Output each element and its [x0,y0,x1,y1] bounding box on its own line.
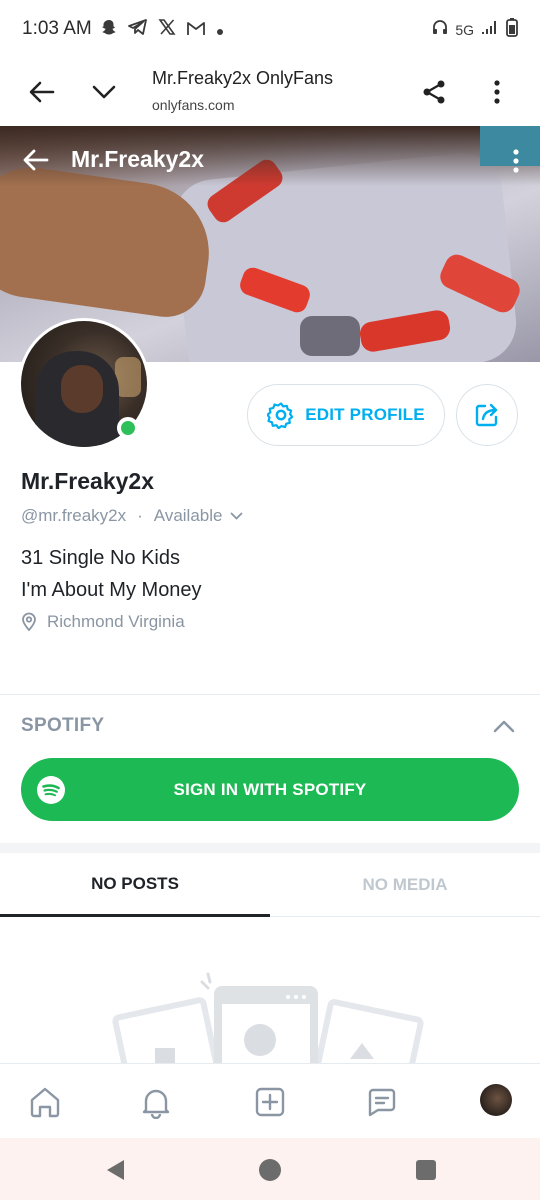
share-external-icon [475,403,498,427]
separator-dot: · [137,506,143,525]
profile-menu-button[interactable] [510,148,522,174]
nav-profile-avatar[interactable] [480,1084,512,1116]
battery-icon [506,17,518,42]
bell-icon [142,1089,170,1119]
content-tabs: NO POSTS NO MEDIA [0,853,540,917]
divider [0,694,540,695]
nav-home[interactable] [25,1082,65,1122]
bio-line: I'm About My Money [21,579,202,601]
chevron-up-icon [493,720,515,733]
arrow-left-icon [23,149,49,171]
system-recents-button[interactable] [413,1157,439,1183]
notification-icons [100,18,224,41]
nav-notifications[interactable] [136,1082,176,1122]
nav-messages[interactable] [362,1082,402,1122]
location-pin-icon [22,612,36,632]
avatar-detail [61,365,103,413]
square-recents-icon [416,1160,436,1180]
share-profile-button[interactable] [456,384,518,446]
edit-profile-label: EDIT PROFILE [305,405,425,424]
browser-toolbar: Mr.Freaky2x OnlyFans onlyfans.com [0,58,540,126]
messages-icon [368,1088,396,1117]
system-navigation-bar [0,1138,540,1200]
network-type: 5G [455,21,474,38]
x-icon [158,18,176,41]
minimize-button[interactable] [84,72,124,112]
snapchat-icon [100,18,118,41]
nav-add-post[interactable] [250,1082,290,1122]
dot-icon [216,19,224,41]
empty-state-illustration [110,968,430,1064]
availability-dropdown[interactable]: Available [154,506,223,526]
edit-profile-button[interactable]: EDIT PROFILE [247,384,445,446]
bio-line: 31 Single No Kids [21,547,180,569]
location-text: Richmond Virginia [47,612,185,631]
spotify-collapse-button[interactable] [492,716,516,736]
spotify-section-title: SPOTIFY [21,715,105,736]
more-vertical-icon [494,80,500,104]
system-icons: 5G [431,17,518,42]
more-vertical-icon [513,149,519,173]
headphones-icon [431,18,449,41]
status-bar: 1:03 AM 5G [0,0,540,58]
add-post-icon [255,1087,285,1117]
spotify-sign-in-button[interactable]: SIGN IN WITH SPOTIFY [21,758,519,821]
page-url: onlyfans.com [152,97,235,113]
home-icon [30,1087,60,1118]
handle-row: @mr.freaky2x · Available [21,506,243,526]
tab-media[interactable]: NO MEDIA [270,853,540,917]
system-home-button[interactable] [257,1157,283,1183]
cover-profile-name: Mr.Freaky2x [71,146,204,172]
status-time: 1:03 AM [22,18,92,39]
browser-menu-button[interactable] [477,72,517,112]
section-separator [0,843,540,853]
tab-posts[interactable]: NO POSTS [0,853,270,917]
online-status-dot [117,417,139,439]
telegram-icon [128,18,148,41]
gear-icon [267,402,294,429]
location: Richmond Virginia [21,612,185,632]
gmail-icon [186,19,206,41]
back-button[interactable] [22,72,62,112]
share-icon [423,80,445,104]
page-title: Mr.Freaky2x OnlyFans [152,68,334,88]
profile-name: Mr.Freaky2x [21,468,154,494]
bottom-navigation [0,1063,540,1138]
spotify-sign-in-label: SIGN IN WITH SPOTIFY [173,779,367,799]
arrow-left-icon [29,81,55,103]
cover-back-button[interactable] [20,144,52,176]
signal-icon [480,18,500,41]
cover-pattern [300,316,360,356]
chevron-down-icon[interactable] [230,512,243,521]
triangle-back-icon [107,1160,124,1180]
system-back-button[interactable] [102,1157,128,1183]
share-page-button[interactable] [414,72,454,112]
profile-handle: @mr.freaky2x [21,506,127,525]
circle-home-icon [259,1159,281,1181]
chevron-down-icon [92,85,116,99]
spotify-icon [37,776,65,804]
